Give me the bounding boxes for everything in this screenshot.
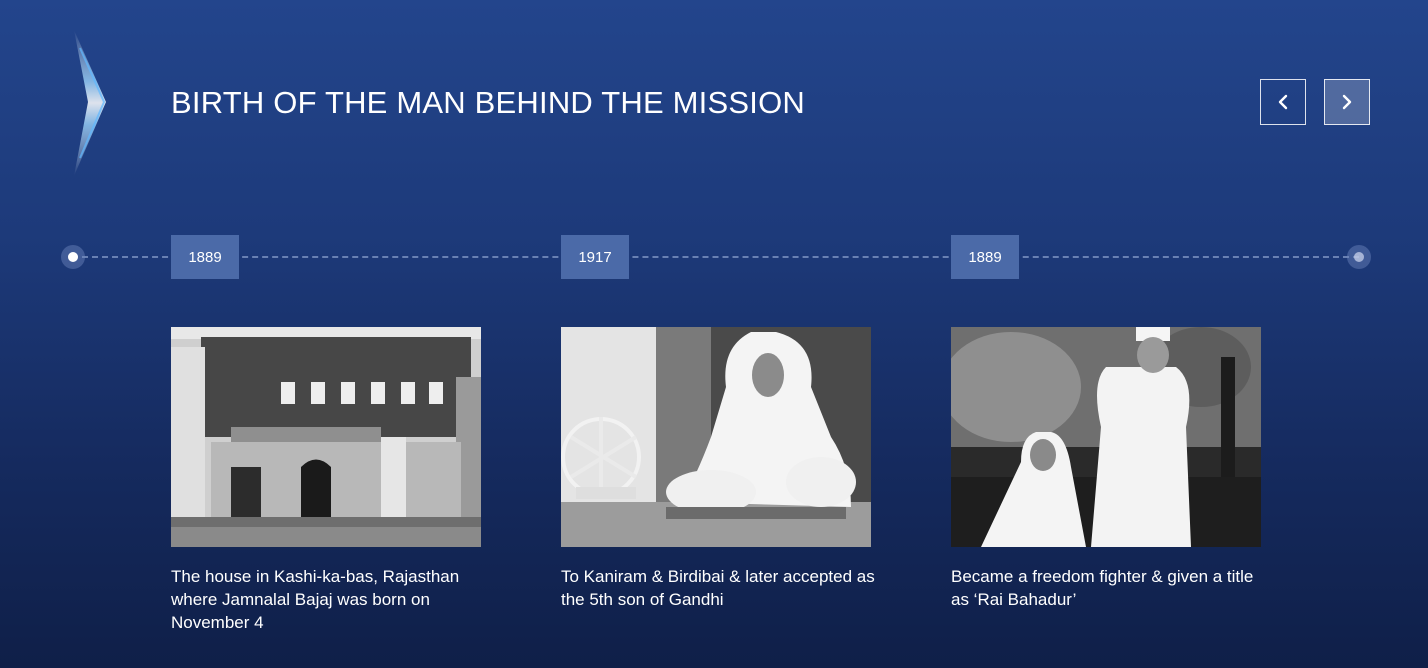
year-badge[interactable]: 1889 [171,235,239,279]
chevron-logo-icon [74,30,106,176]
year-badge[interactable]: 1889 [951,235,1019,279]
year-badge[interactable]: 1917 [561,235,629,279]
old-house-photo [171,327,481,547]
card-caption: Became a freedom fighter & given a title… [951,567,1254,609]
chevron-left-icon [1278,94,1288,110]
timeline-card: To Kaniram & Birdibai & later accepted a… [561,327,881,611]
page-title: BIRTH OF THE MAN BEHIND THE MISSION [171,85,805,120]
timeline-card: The house in Kashi-ka-bas, Rajasthan whe… [171,327,491,634]
next-button[interactable] [1324,79,1370,125]
timeline-line [72,256,1359,258]
chevron-right-icon [1342,94,1352,110]
prev-button[interactable] [1260,79,1306,125]
couple-portrait-photo [951,327,1261,547]
timeline-end-dot[interactable] [1347,245,1371,269]
timeline-start-dot[interactable] [61,245,85,269]
timeline-card: Became a freedom fighter & given a title… [951,327,1271,611]
card-caption: To Kaniram & Birdibai & later accepted a… [561,567,875,609]
card-caption: The house in Kashi-ka-bas, Rajasthan whe… [171,567,460,632]
woman-spinning-wheel-photo [561,327,871,547]
